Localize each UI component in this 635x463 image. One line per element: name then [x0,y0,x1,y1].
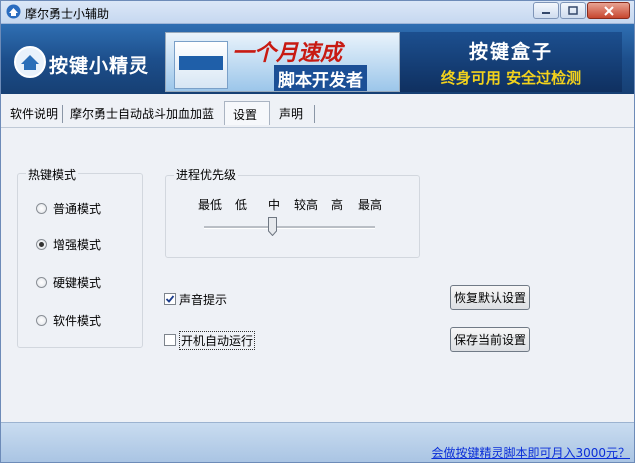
product-box-image [174,41,228,89]
tab-settings[interactable]: 设置 [224,101,270,125]
tab-statement[interactable]: 声明 [279,105,303,125]
ad-box-subline: 终身可用 安全过检测 [440,69,582,87]
priority-tick-above-normal: 较高 [294,198,319,212]
autostart-label: 开机自动运行 [179,330,256,350]
logo-icon [14,46,46,78]
sound-alert-checkbox[interactable] [164,293,176,305]
sound-alert-label: 声音提示 [179,292,228,307]
radio-button[interactable] [36,276,47,288]
minimize-icon [542,11,550,14]
ad-course-headline: 一个月速成 [232,41,343,66]
maximize-icon [568,6,578,15]
radio-hardware-mode[interactable]: 硬键模式 [36,274,101,290]
priority-group [165,175,420,258]
app-window: 摩尔勇士小辅助 按键小精灵 一个月速成 脚本开发者 按键盒子 终身可用 安全过检… [0,0,635,463]
promo-link[interactable]: 会做按键精灵脚本即可月入3000元？ [431,444,630,461]
title-bar[interactable]: 摩尔勇士小辅助 [1,1,634,24]
priority-tick-highest: 最高 [358,198,383,212]
tab-divider [314,105,315,123]
autostart-option[interactable]: 开机自动运行 [164,330,256,350]
maximize-button[interactable] [560,2,586,19]
window-title: 摩尔勇士小辅助 [25,7,110,21]
radio-enhanced-label: 增强模式 [53,237,102,252]
autostart-checkbox[interactable] [164,334,176,346]
tab-divider [62,105,63,123]
priority-label: 进程优先级 [174,166,239,183]
app-icon [6,4,21,19]
priority-tick-normal: 中 [268,198,281,212]
hotkey-mode-label: 热键模式 [26,166,79,183]
radio-hardware-label: 硬键模式 [53,275,102,290]
radio-button[interactable] [36,314,47,326]
close-button[interactable] [587,2,630,19]
radio-button[interactable] [36,202,47,214]
sound-alert-option[interactable]: 声音提示 [164,291,227,307]
logo-text: 按键小精灵 [49,55,150,77]
priority-slider-thumb[interactable] [268,217,277,236]
ad-course-subline: 脚本开发者 [274,65,367,91]
radio-software-label: 软件模式 [53,313,102,328]
tab-software-guide[interactable]: 软件说明 [10,105,58,125]
checkmark-icon [165,295,175,303]
priority-tick-low: 低 [235,198,248,212]
priority-slider-track[interactable] [204,226,375,229]
priority-tick-high: 高 [331,198,344,212]
ad-banner-course[interactable]: 一个月速成 脚本开发者 [165,32,400,92]
radio-button[interactable] [36,238,47,250]
save-current-button[interactable]: 保存当前设置 [450,327,530,352]
ad-box-headline: 按键盒子 [468,41,553,63]
radio-enhanced-mode[interactable]: 增强模式 [36,236,101,252]
footer-bar: 会做按键精灵脚本即可月入3000元？ [1,422,634,462]
radio-normal-label: 普通模式 [53,201,102,216]
priority-tick-lowest: 最低 [198,198,223,212]
restore-default-button[interactable]: 恢复默认设置 [450,285,530,310]
radio-software-mode[interactable]: 软件模式 [36,312,101,328]
tab-auto-battle[interactable]: 摩尔勇士自动战斗加血加蓝 [70,105,214,125]
ad-banner-box[interactable]: 按键盒子 终身可用 安全过检测 [400,32,622,92]
radio-normal-mode[interactable]: 普通模式 [36,200,101,216]
minimize-button[interactable] [533,2,559,19]
close-icon [603,5,614,16]
